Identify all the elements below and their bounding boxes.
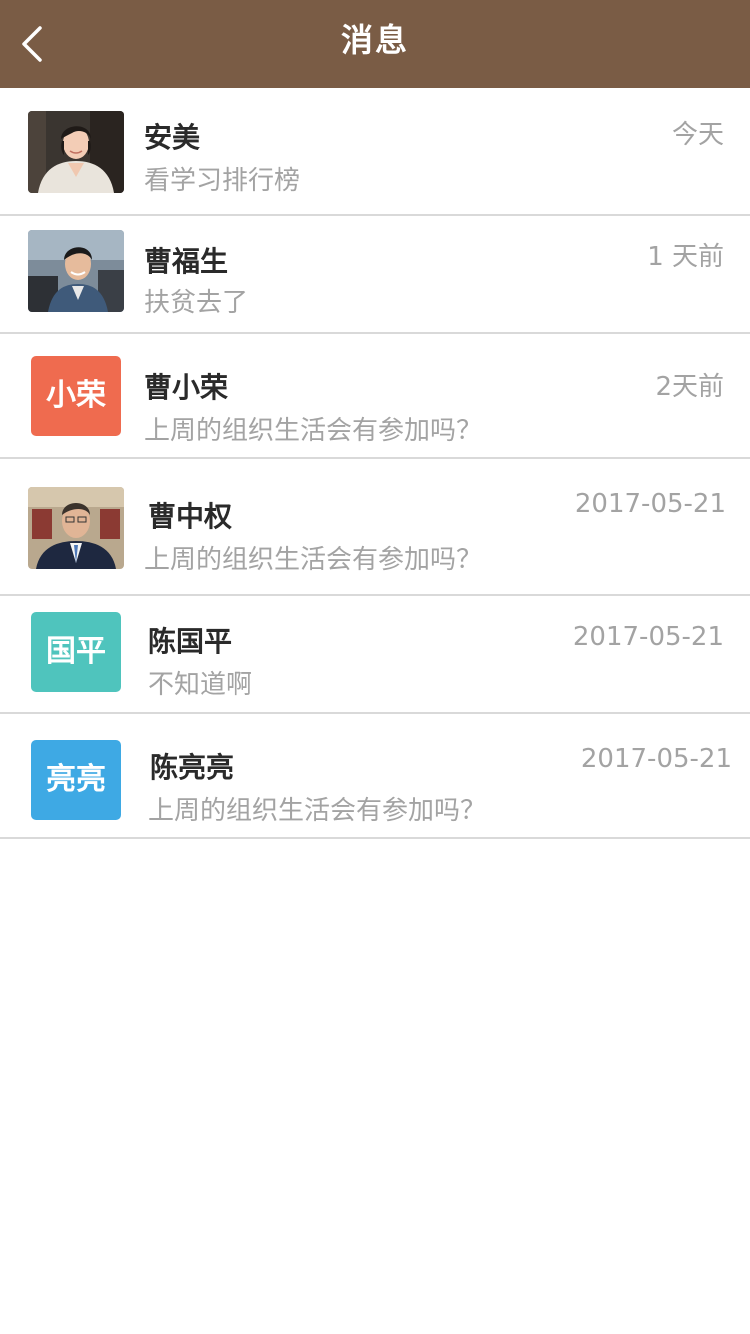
message-row[interactable]: 曹中权 上周的组织生活会有参加吗？ 2017-05-21 bbox=[0, 459, 750, 596]
contact-name: 陈国平 bbox=[148, 625, 233, 658]
message-row[interactable]: 曹福生 扶贫去了 1 天前 bbox=[0, 216, 750, 334]
message-time: 2017-05-21 bbox=[574, 489, 726, 519]
contact-name: 安美 bbox=[144, 121, 201, 154]
photo-avatar-man bbox=[28, 230, 124, 312]
message-time: 2天前 bbox=[655, 372, 724, 402]
message-row[interactable]: 安美 看学习排行榜 今天 bbox=[0, 88, 750, 216]
message-row[interactable]: 国平 陈国平 不知道啊 2017-05-21 bbox=[0, 596, 750, 714]
message-preview: 上周的组织生活会有参加吗？ bbox=[148, 796, 487, 826]
top-bar: 消息 bbox=[0, 0, 750, 88]
contact-name: 曹中权 bbox=[148, 500, 233, 533]
message-preview: 扶贫去了 bbox=[144, 288, 249, 318]
message-list: 安美 看学习排行榜 今天 曹福生 扶贫去了 1 天前 小荣 曹小荣 上周的组织生… bbox=[0, 88, 750, 839]
message-row[interactable]: 亮亮 陈亮亮 上周的组织生活会有参加吗？ 2017-05-21 bbox=[0, 714, 750, 839]
message-time: 2017-05-21 bbox=[572, 622, 724, 652]
message-preview: 上周的组织生活会有参加吗？ bbox=[144, 545, 483, 575]
contact-name: 陈亮亮 bbox=[150, 751, 235, 784]
message-time: 今天 bbox=[671, 120, 724, 150]
message-time: 2017-05-21 bbox=[580, 744, 732, 774]
contact-name: 曹福生 bbox=[144, 245, 229, 278]
text-avatar: 亮亮 bbox=[31, 740, 121, 820]
message-time: 1 天前 bbox=[647, 242, 724, 272]
photo-avatar-man-suit bbox=[28, 487, 124, 569]
photo-avatar-woman bbox=[28, 111, 124, 193]
message-preview: 看学习排行榜 bbox=[144, 166, 301, 196]
contact-name: 曹小荣 bbox=[144, 371, 229, 404]
message-row[interactable]: 小荣 曹小荣 上周的组织生活会有参加吗？ 2天前 bbox=[0, 334, 750, 459]
message-preview: 不知道啊 bbox=[148, 670, 253, 700]
message-preview: 上周的组织生活会有参加吗？ bbox=[144, 416, 483, 446]
page-title: 消息 bbox=[340, 21, 409, 59]
text-avatar: 国平 bbox=[31, 612, 121, 692]
text-avatar: 小荣 bbox=[31, 356, 121, 436]
